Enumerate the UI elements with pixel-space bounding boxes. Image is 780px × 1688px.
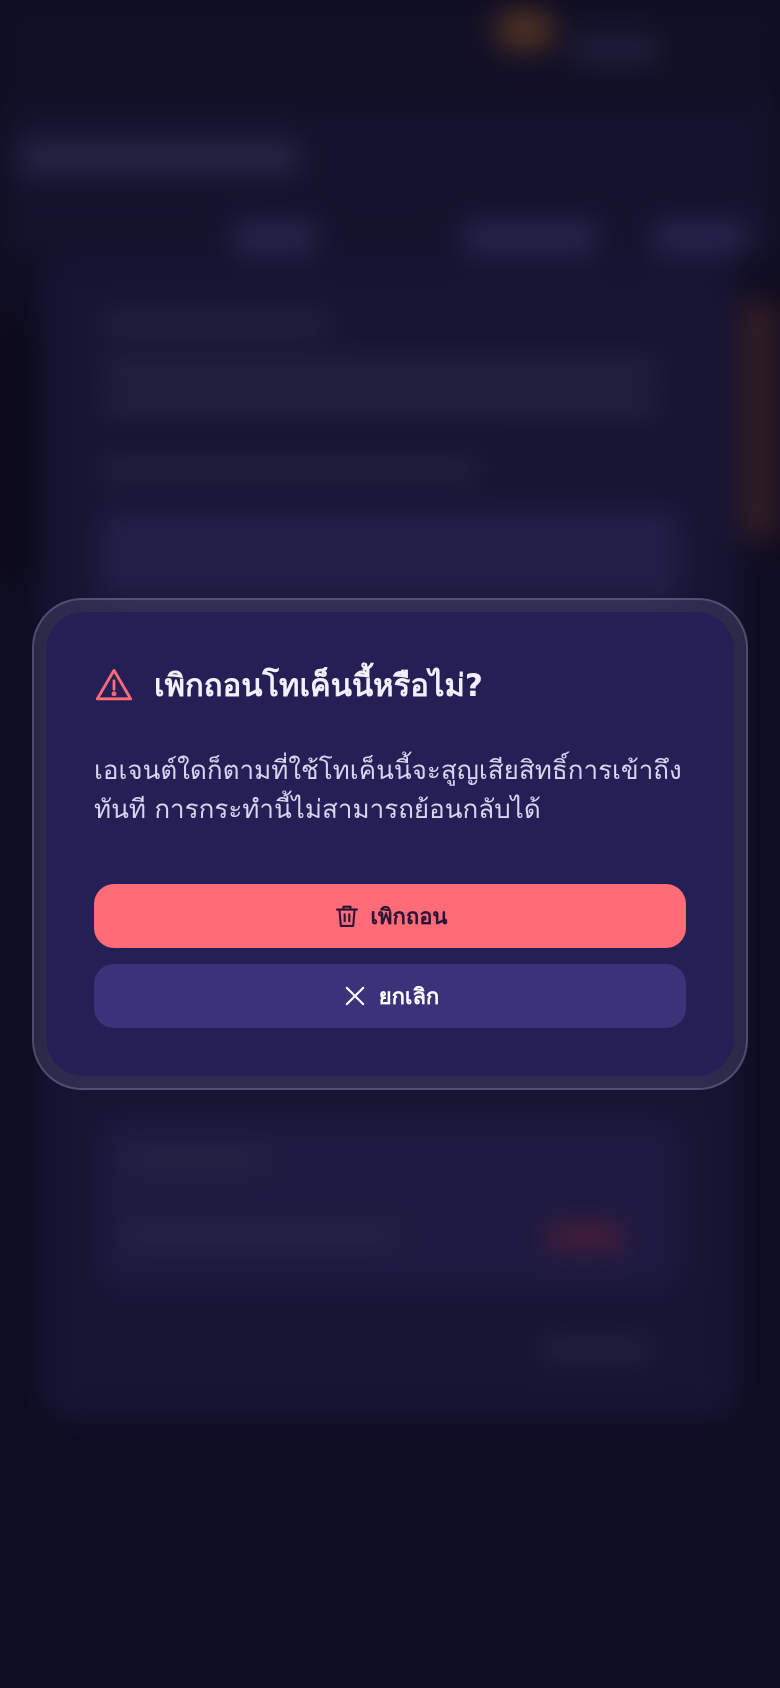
revoke-button[interactable]: เพิกถอน xyxy=(94,884,686,948)
close-icon xyxy=(345,986,364,1006)
warning-triangle-icon xyxy=(95,668,133,701)
cancel-button-label: ยกเลิก xyxy=(378,984,440,1010)
revoke-button-label: เพิกถอน xyxy=(370,904,448,930)
cancel-button[interactable]: ยกเลิก xyxy=(94,964,686,1028)
dialog-message: เอเจนต์ใดก็ตามที่ใช้โทเค็นนี้จะสูญเสียสิ… xyxy=(94,756,682,825)
dialog-header: เพิกถอนโทเค็นนี้หรือไม่? xyxy=(94,662,694,708)
revoke-token-dialog: เพิกถอนโทเค็นนี้หรือไม่? เอเจนต์ใดก็ตามท… xyxy=(46,612,734,1076)
dialog-title: เพิกถอนโทเค็นนี้หรือไม่? xyxy=(154,668,483,704)
trash-icon xyxy=(335,905,358,927)
